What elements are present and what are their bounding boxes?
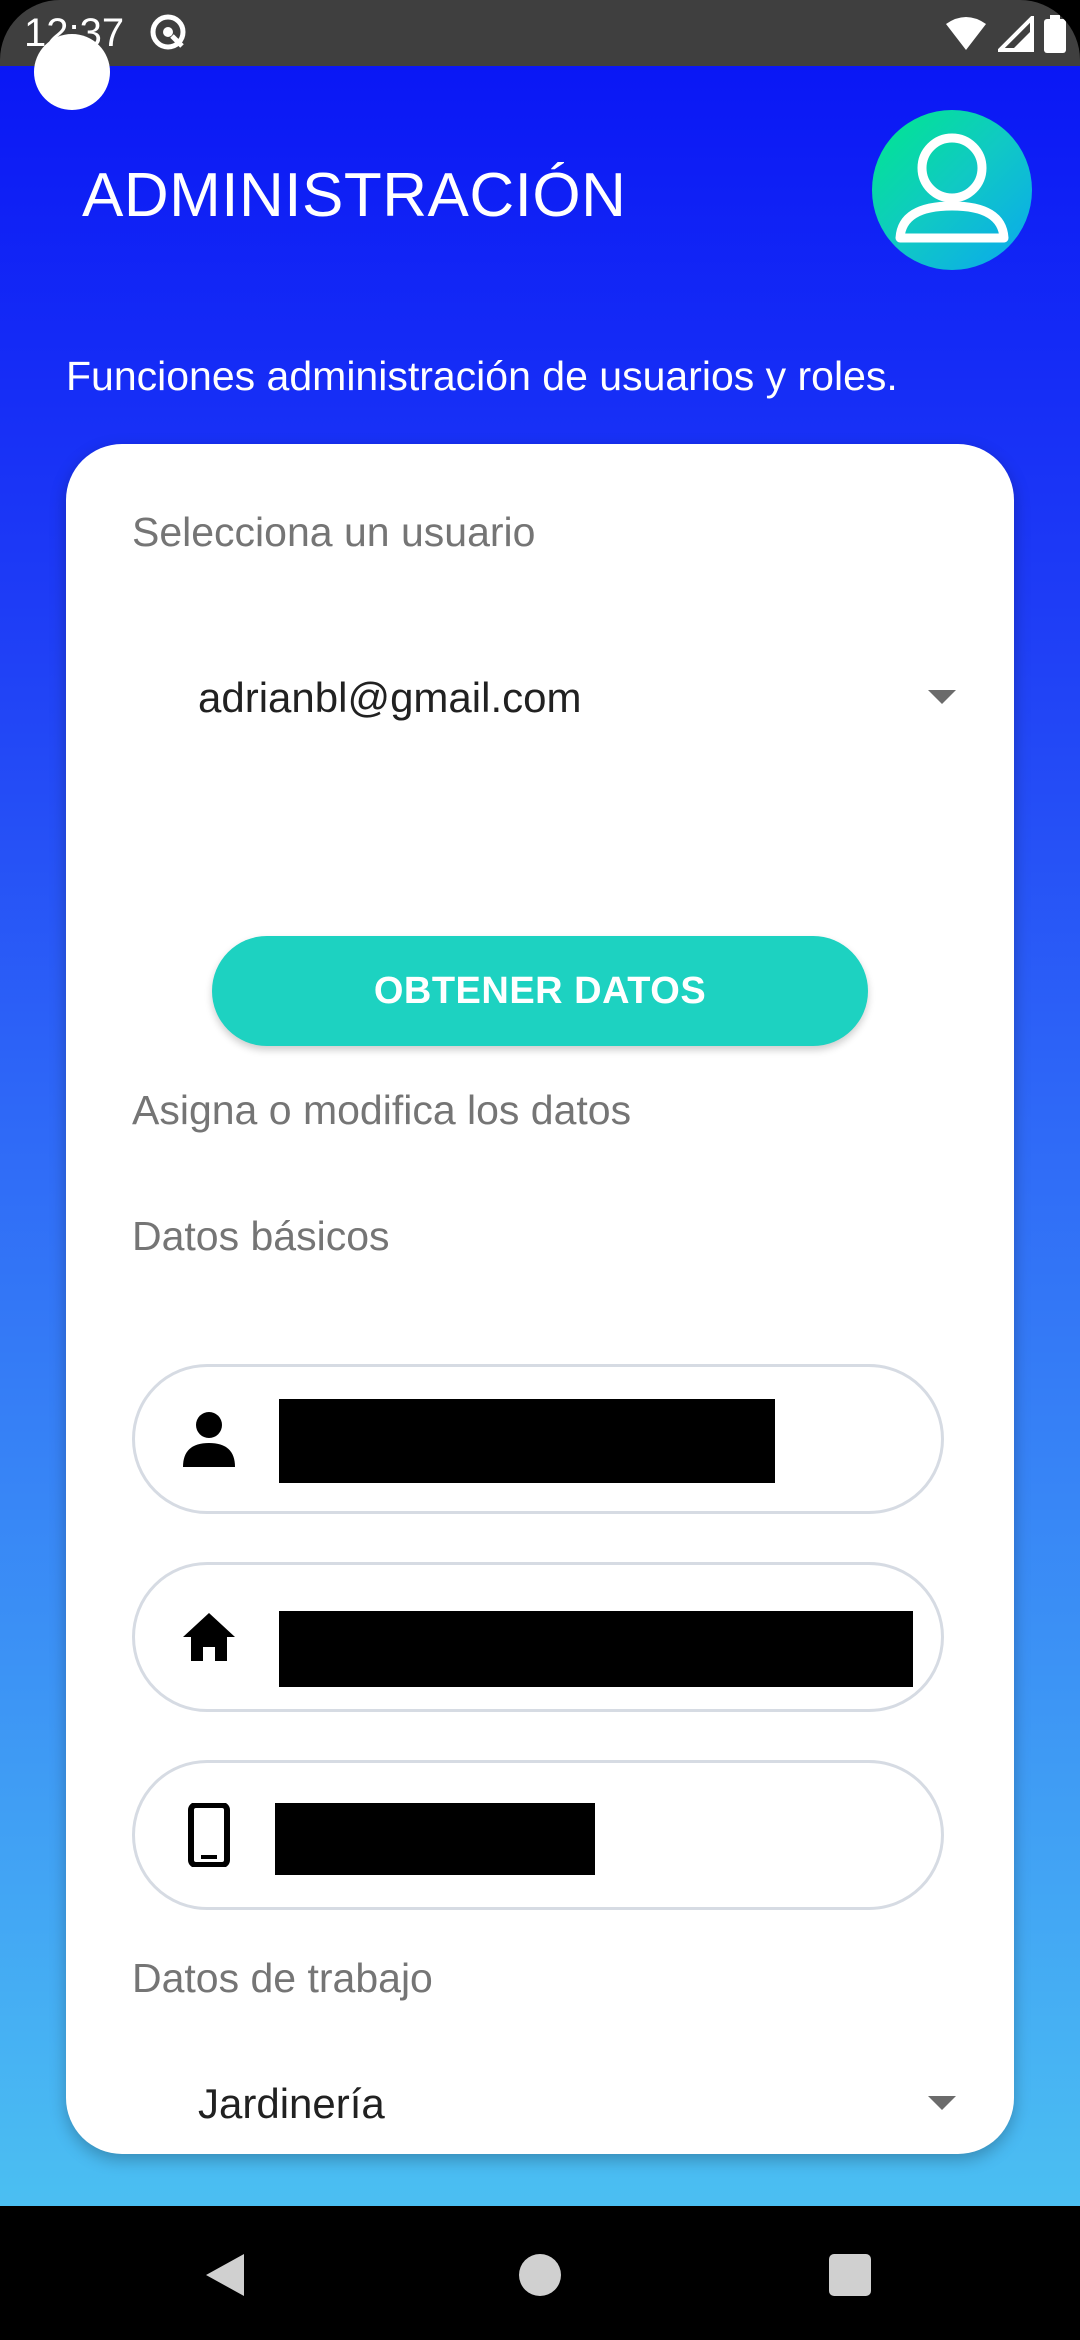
- user-account-icon[interactable]: [872, 110, 1032, 270]
- page-title: ADMINISTRACIÓN: [82, 161, 627, 230]
- home-circle-icon[interactable]: [495, 2230, 585, 2320]
- assign-data-label: Asigna o modifica los datos: [132, 1087, 632, 1133]
- admin-card: Selecciona un usuario adrianbl@gmail.com…: [66, 444, 1014, 2154]
- signal-icon: [998, 16, 1034, 52]
- user-select-dropdown[interactable]: adrianbl@gmail.com: [132, 644, 972, 754]
- basic-data-label: Datos básicos: [132, 1213, 390, 1259]
- address-value: redacted: [279, 1611, 913, 1687]
- name-value: redacted: [279, 1399, 775, 1483]
- address-field[interactable]: redacted: [132, 1562, 944, 1712]
- select-user-label: Selecciona un usuario: [132, 509, 536, 555]
- work-select-dropdown[interactable]: Jardinería: [132, 2050, 972, 2154]
- work-selection-value: Jardinería: [198, 2080, 385, 2127]
- phone-value: redacted: [275, 1803, 595, 1875]
- home-icon: [183, 1613, 235, 1661]
- status-icons: [944, 14, 1066, 54]
- status-bar: 12:37: [0, 0, 1080, 66]
- phone-icon: [188, 1803, 230, 1867]
- person-icon: [183, 1412, 235, 1467]
- recents-square-icon[interactable]: [805, 2230, 895, 2320]
- wifi-icon: [946, 17, 986, 50]
- work-data-label: Datos de trabajo: [132, 1955, 433, 2001]
- phone-field[interactable]: redacted: [132, 1760, 944, 1910]
- get-data-button[interactable]: OBTENER DATOS: [212, 936, 868, 1046]
- person-outline-icon: [895, 133, 1009, 243]
- back-triangle-icon[interactable]: [180, 2230, 270, 2320]
- admin-screen: ADMINISTRACIÓN Funciones administración …: [0, 66, 1080, 2206]
- page-subtitle: Funciones administración de usuarios y r…: [66, 353, 898, 399]
- phone-screen: 12:37 ADMINISTRACIÓN Funciones administr…: [0, 0, 1080, 2340]
- selected-user-value: adrianbl@gmail.com: [198, 674, 582, 721]
- battery-icon: [1044, 15, 1066, 53]
- camera-cutout: [34, 34, 110, 110]
- dropdown-arrow-icon: [928, 2096, 956, 2110]
- name-field[interactable]: redacted: [132, 1364, 944, 1514]
- navigation-bar: [0, 2206, 1080, 2340]
- dropdown-arrow-icon: [928, 690, 956, 704]
- vpn-key-icon: [150, 14, 186, 50]
